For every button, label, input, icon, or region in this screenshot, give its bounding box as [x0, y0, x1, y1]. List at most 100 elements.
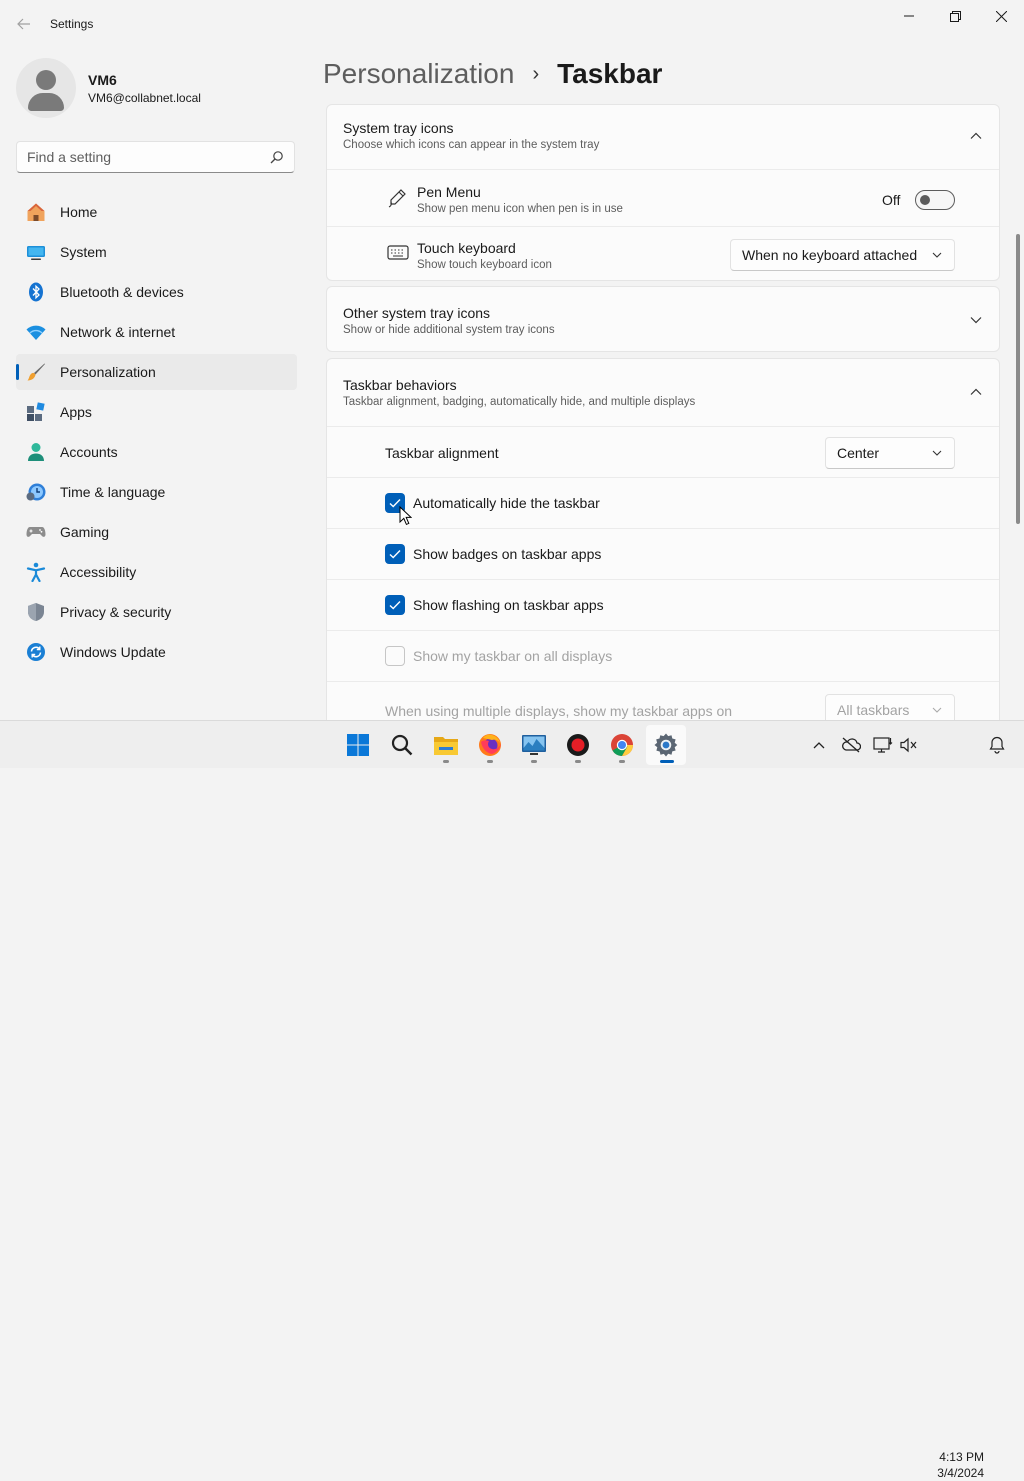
sidebar-item-network[interactable]: Network & internet	[16, 314, 297, 350]
notifications-button[interactable]	[986, 733, 1008, 757]
chevron-up-icon[interactable]	[969, 385, 983, 399]
accessibility-icon	[26, 562, 46, 582]
scrollbar-thumb[interactable]	[1016, 234, 1020, 524]
search-icon[interactable]	[270, 150, 284, 164]
sidebar-item-label: Accounts	[60, 444, 118, 460]
restore-icon	[949, 10, 961, 22]
volume-tray[interactable]	[898, 733, 920, 757]
touch-keyboard-subtitle: Show touch keyboard icon	[417, 259, 552, 271]
taskbar-recorder[interactable]	[558, 725, 598, 765]
taskbar-monitor-app[interactable]	[514, 725, 554, 765]
sidebar-item-apps[interactable]: Apps	[16, 394, 297, 430]
sidebar-item-label: Personalization	[60, 364, 156, 380]
sidebar-item-accounts[interactable]: Accounts	[16, 434, 297, 470]
sidebar-item-label: Privacy & security	[60, 604, 172, 620]
checkmark-icon	[389, 550, 401, 559]
taskbar-file-explorer[interactable]	[426, 725, 466, 765]
pen-menu-toggle[interactable]	[915, 190, 955, 210]
clock[interactable]: 4:13 PM 3/4/2024	[928, 1449, 984, 1481]
alignment-dropdown[interactable]: Center	[825, 437, 955, 469]
title-bar: Settings	[0, 0, 1024, 48]
clock-globe-icon	[26, 483, 46, 501]
flashing-checkbox[interactable]	[385, 595, 405, 615]
user-profile[interactable]: VM6 VM6@collabnet.local	[16, 56, 296, 120]
sidebar-item-accessibility[interactable]: Accessibility	[16, 554, 297, 590]
badges-label[interactable]: Show badges on taskbar apps	[413, 546, 601, 562]
minimize-button[interactable]	[886, 0, 932, 32]
back-button[interactable]	[12, 10, 36, 38]
close-icon	[995, 10, 1007, 22]
back-arrow-icon	[17, 18, 30, 30]
wifi-icon	[26, 325, 46, 340]
chevron-down-icon	[932, 707, 942, 713]
start-icon	[347, 734, 369, 756]
all-displays-label: Show my taskbar on all displays	[413, 648, 613, 664]
taskbar-settings[interactable]	[646, 725, 686, 765]
pen-menu-row: Pen Menu Show pen menu icon when pen is …	[327, 169, 999, 226]
keyboard-icon	[387, 245, 409, 260]
search-box[interactable]	[16, 141, 295, 173]
chevron-down-icon	[932, 252, 942, 258]
sidebar-item-bluetooth[interactable]: Bluetooth & devices	[16, 274, 297, 310]
flashing-row: Show flashing on taskbar apps	[327, 579, 999, 630]
sidebar-item-label: System	[60, 244, 107, 260]
touch-keyboard-dropdown[interactable]: When no keyboard attached	[730, 239, 955, 271]
gamepad-icon	[26, 527, 46, 537]
home-icon	[27, 203, 45, 221]
minimize-icon	[904, 15, 914, 17]
breadcrumb: Personalization › Taskbar	[323, 58, 662, 90]
taskbar-behaviors-header[interactable]: Taskbar behaviors Taskbar alignment, bad…	[327, 359, 999, 426]
all-displays-checkbox[interactable]	[385, 646, 405, 666]
touch-keyboard-title: Touch keyboard	[417, 240, 516, 256]
other-tray-title: Other system tray icons	[343, 305, 491, 321]
multi-display-row: When using multiple displays, show my ta…	[327, 681, 999, 720]
chrome-icon	[611, 734, 633, 756]
badges-checkbox[interactable]	[385, 544, 405, 564]
sidebar-item-personalization[interactable]: Personalization	[16, 354, 297, 390]
behaviors-subtitle: Taskbar alignment, badging, automaticall…	[343, 396, 696, 408]
settings-content: System tray icons Choose which icons can…	[326, 104, 1000, 720]
taskbar-chrome[interactable]	[602, 725, 642, 765]
pen-icon	[388, 189, 406, 208]
sidebar-item-gaming[interactable]: Gaming	[16, 514, 297, 550]
start-button[interactable]	[338, 725, 378, 765]
flashing-label[interactable]: Show flashing on taskbar apps	[413, 597, 604, 613]
auto-hide-label[interactable]: Automatically hide the taskbar	[413, 495, 600, 511]
system-tray-header[interactable]: System tray icons Choose which icons can…	[327, 105, 999, 169]
sidebar-item-privacy-security[interactable]: Privacy & security	[16, 594, 297, 630]
sidebar-item-label: Gaming	[60, 524, 110, 540]
network-tray[interactable]	[872, 733, 894, 757]
pen-menu-subtitle: Show pen menu icon when pen is in use	[417, 203, 623, 215]
auto-hide-row: Automatically hide the taskbar	[327, 477, 999, 528]
firefox-icon	[479, 734, 501, 756]
sidebar-item-label: Windows Update	[60, 644, 166, 660]
badges-row: Show badges on taskbar apps	[327, 528, 999, 579]
show-hidden-icons-button[interactable]	[808, 733, 830, 757]
accounts-icon	[28, 443, 44, 461]
other-tray-subtitle: Show or hide additional system tray icon…	[343, 324, 555, 336]
breadcrumb-parent[interactable]: Personalization	[323, 58, 514, 90]
shield-icon	[28, 603, 44, 621]
sidebar-item-windows-update[interactable]: Windows Update	[16, 634, 297, 670]
onedrive-tray[interactable]	[840, 733, 862, 757]
sidebar-item-home[interactable]: Home	[16, 194, 297, 230]
restore-button[interactable]	[932, 0, 978, 32]
chevron-down-icon[interactable]	[969, 313, 983, 327]
taskbar-search-button[interactable]	[382, 725, 422, 765]
other-tray-card[interactable]: Other system tray icons Show or hide add…	[326, 286, 1000, 352]
search-input[interactable]	[27, 148, 257, 166]
system-icon	[27, 246, 45, 260]
search-icon	[391, 734, 413, 756]
system-tray-title: System tray icons	[343, 120, 454, 136]
bell-icon	[989, 736, 1005, 754]
chevron-up-icon[interactable]	[969, 129, 983, 143]
multi-display-label: When using multiple displays, show my ta…	[385, 703, 733, 719]
sidebar-item-time-language[interactable]: Time & language	[16, 474, 297, 510]
sidebar-item-label: Accessibility	[60, 564, 137, 580]
close-button[interactable]	[978, 0, 1024, 32]
taskbar-firefox[interactable]	[470, 725, 510, 765]
volume-muted-icon	[900, 737, 917, 753]
sidebar-item-system[interactable]: System	[16, 234, 297, 270]
sidebar-nav: Home System Bluetooth & devices Network …	[16, 194, 297, 674]
multi-display-dropdown[interactable]: All taskbars	[825, 694, 955, 720]
